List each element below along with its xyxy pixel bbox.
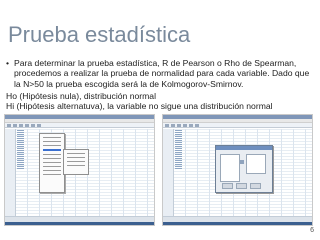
row-number-column — [163, 129, 174, 217]
bullet-marker: • — [6, 58, 10, 68]
analyze-menu-dropdown — [39, 133, 65, 193]
toolbar-icon — [189, 124, 193, 127]
toolbar-icon — [25, 124, 29, 127]
slide-title: Prueba estadística — [8, 22, 191, 47]
toolbar-icon — [195, 124, 199, 127]
dialog-titlebar — [216, 146, 272, 150]
cancel-button — [250, 183, 261, 189]
null-hypothesis-line: Ho (Hipótesis nula), distribución normal — [6, 91, 156, 101]
data-column — [174, 129, 183, 217]
spss-screenshot-menu — [4, 114, 155, 226]
toolbar-icon — [183, 124, 187, 127]
toolbar-icon — [19, 124, 23, 127]
spss-screenshot-dialog — [162, 114, 313, 226]
toolbar-icon — [171, 124, 175, 127]
ks-test-dialog — [215, 145, 273, 193]
toolbar-icon — [13, 124, 17, 127]
toolbar-icon — [31, 124, 35, 127]
nonparametric-submenu — [63, 149, 89, 175]
taskbar — [163, 222, 312, 225]
variable-source-list — [220, 154, 240, 182]
page-number: 6 — [310, 227, 314, 234]
window-toolbar — [163, 123, 312, 128]
test-variable-list — [246, 154, 266, 174]
bullet-paragraph: • Para determinar la prueba estadística,… — [6, 58, 312, 89]
toolbar-icon — [7, 124, 11, 127]
toolbar-icon — [165, 124, 169, 127]
bullet-text: Para determinar la prueba estadística, R… — [14, 58, 310, 89]
dialog-buttons — [222, 183, 261, 189]
paste-button — [236, 183, 247, 189]
move-arrow-icon — [240, 160, 244, 164]
toolbar-icon — [37, 124, 41, 127]
ok-button — [222, 183, 233, 189]
alternative-hypothesis-line: Hi (Hipótesis alternatuva), la variable … — [6, 101, 273, 111]
window-toolbar — [5, 123, 154, 128]
taskbar — [5, 222, 154, 225]
toolbar-icon — [177, 124, 181, 127]
row-number-column — [5, 129, 16, 217]
data-column — [16, 129, 25, 217]
